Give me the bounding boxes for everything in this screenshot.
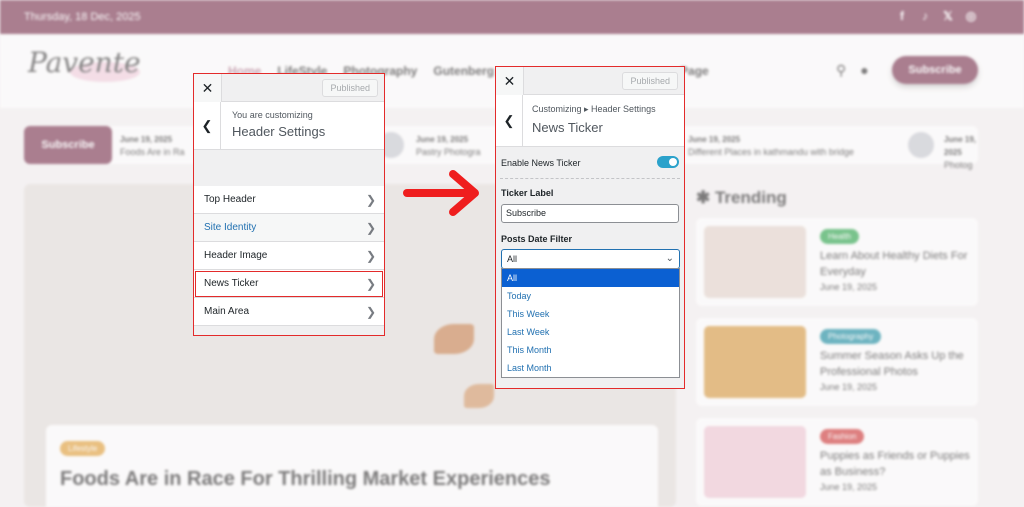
header-icons: ⚲ ●: [836, 62, 869, 79]
section-title: Header Settings: [232, 124, 326, 139]
option-this-month[interactable]: This Month: [502, 341, 679, 359]
menu-item-header-image[interactable]: Header Image ❯: [194, 242, 384, 270]
menu-item-main-area[interactable]: Main Area ❯: [194, 298, 384, 326]
header-subscribe-button[interactable]: Subscribe: [892, 56, 978, 84]
social-icons: f ♪ 𝕏 ◎: [895, 9, 978, 23]
date-filter-value: All: [507, 254, 518, 264]
facebook-icon[interactable]: f: [895, 9, 909, 23]
trending-title[interactable]: Learn About Healthy Diets For Everyday: [820, 248, 970, 280]
back-chevron-icon[interactable]: ❮: [194, 102, 221, 149]
trending-image: [704, 226, 806, 298]
site-logo[interactable]: Pavente: [28, 46, 141, 79]
breadcrumb: Customizing ▸ Header Settings: [532, 104, 656, 114]
ticker-thumbnail: [908, 132, 934, 158]
customizing-note: You are customizing: [232, 110, 313, 120]
trending-card[interactable]: Health Learn About Healthy Diets For Eve…: [696, 218, 978, 306]
close-icon[interactable]: ✕: [496, 67, 524, 95]
trending-date: June 19, 2025: [820, 382, 878, 392]
customizer-panel-header-settings: ✕ Published ❮ You are customizing Header…: [193, 73, 385, 336]
chevron-right-icon: ❯: [365, 193, 376, 207]
search-icon[interactable]: ⚲: [836, 62, 846, 79]
back-chevron-icon[interactable]: ❮: [496, 95, 523, 146]
hero-category-badge[interactable]: Lifestyle: [60, 441, 106, 456]
option-all[interactable]: All: [502, 269, 679, 287]
menu-item-label: Site Identity: [204, 222, 257, 233]
category-tag[interactable]: Health: [820, 229, 860, 244]
category-tag[interactable]: Fashion: [820, 429, 865, 444]
section-title: News Ticker: [532, 120, 603, 135]
menu-item-label: News Ticker: [204, 278, 259, 289]
hero-card: [46, 425, 658, 507]
chevron-right-icon: ❯: [365, 305, 376, 319]
chevron-right-icon: ❯: [365, 221, 376, 235]
divider: [500, 178, 680, 179]
ticker-label-title: Ticker Label: [501, 188, 554, 198]
top-bar: Thursday, 18 Dec, 2025 f ♪ 𝕏 ◎: [0, 0, 1024, 34]
menu-item-label: Header Image: [204, 250, 268, 261]
chevron-right-icon: ❯: [365, 249, 376, 263]
panel-toolbar: ✕ Published: [496, 67, 684, 95]
theme-toggle-icon[interactable]: ●: [860, 62, 868, 79]
ticker-label[interactable]: Subscribe: [24, 126, 112, 164]
hero-title[interactable]: Foods Are in Race For Thrilling Market E…: [60, 468, 551, 491]
chevron-right-icon: ❯: [365, 277, 376, 291]
ticker-item[interactable]: June 19, 2025 Foods Are in Ra: [120, 133, 185, 159]
menu-item-label: Top Header: [204, 194, 256, 205]
menu-item-site-identity[interactable]: Site Identity ❯: [194, 214, 384, 242]
option-last-month[interactable]: Last Month: [502, 359, 679, 377]
trending-heading: ✱ Trending: [696, 188, 787, 207]
trending-date: June 19, 2025: [820, 482, 878, 492]
date-filter-title: Posts Date Filter: [501, 234, 573, 244]
date-filter-select[interactable]: All ⌄: [501, 249, 680, 269]
leaf-decoration: [434, 324, 474, 354]
top-bar-date: Thursday, 18 Dec, 2025: [24, 11, 141, 23]
close-icon[interactable]: ✕: [194, 74, 222, 102]
trending-image: [704, 426, 806, 498]
trending-title[interactable]: Puppies as Friends or Puppies as Busines…: [820, 448, 970, 480]
right-arrow-icon: [403, 170, 479, 216]
enable-ticker-toggle[interactable]: [657, 156, 679, 168]
option-today[interactable]: Today: [502, 287, 679, 305]
customizer-panel-news-ticker: ✕ Published ❮ Customizing ▸ Header Setti…: [495, 66, 685, 389]
menu-item-news-ticker[interactable]: News Ticker ❯: [194, 270, 384, 298]
section-list: Top Header ❯ Site Identity ❯ Header Image ❯…: [194, 186, 384, 326]
nav-item-gutenberg[interactable]: Gutenberg: [433, 64, 494, 78]
ticker-item[interactable]: June 19, 2025 Photog: [944, 133, 978, 172]
chevron-down-icon: ⌄: [665, 253, 674, 264]
date-filter-options: All Today This Week Last Week This Month…: [501, 268, 680, 378]
panel-toolbar: ✕ Published: [194, 74, 384, 102]
tiktok-icon[interactable]: ♪: [918, 9, 932, 23]
ticker-label-input[interactable]: Subscribe: [501, 204, 679, 223]
ticker-item[interactable]: June 19, 2025 Pastry Photogra: [416, 133, 481, 159]
published-button[interactable]: Published: [622, 72, 678, 90]
trending-title[interactable]: Summer Season Asks Up the Professional P…: [820, 348, 970, 380]
trending-card[interactable]: Photography Summer Season Asks Up the Pr…: [696, 318, 978, 406]
trending-date: June 19, 2025: [820, 282, 878, 292]
section-header: ❮ You are customizing Header Settings: [194, 102, 384, 150]
menu-item-label: Main Area: [204, 306, 250, 317]
enable-ticker-label: Enable News Ticker: [501, 158, 581, 168]
ticker-item[interactable]: June 19, 2025 Different Places in kathman…: [688, 133, 854, 159]
instagram-icon[interactable]: ◎: [964, 9, 978, 23]
leaf-decoration: [464, 384, 494, 408]
published-button[interactable]: Published: [322, 79, 378, 97]
option-last-week[interactable]: Last Week: [502, 323, 679, 341]
trending-image: [704, 326, 806, 398]
menu-item-top-header[interactable]: Top Header ❯: [194, 186, 384, 214]
x-icon[interactable]: 𝕏: [941, 9, 955, 23]
section-header: ❮ Customizing ▸ Header Settings News Tic…: [496, 95, 684, 147]
option-this-week[interactable]: This Week: [502, 305, 679, 323]
trending-card[interactable]: Fashion Puppies as Friends or Puppies as…: [696, 418, 978, 506]
category-tag[interactable]: Photography: [820, 329, 882, 344]
